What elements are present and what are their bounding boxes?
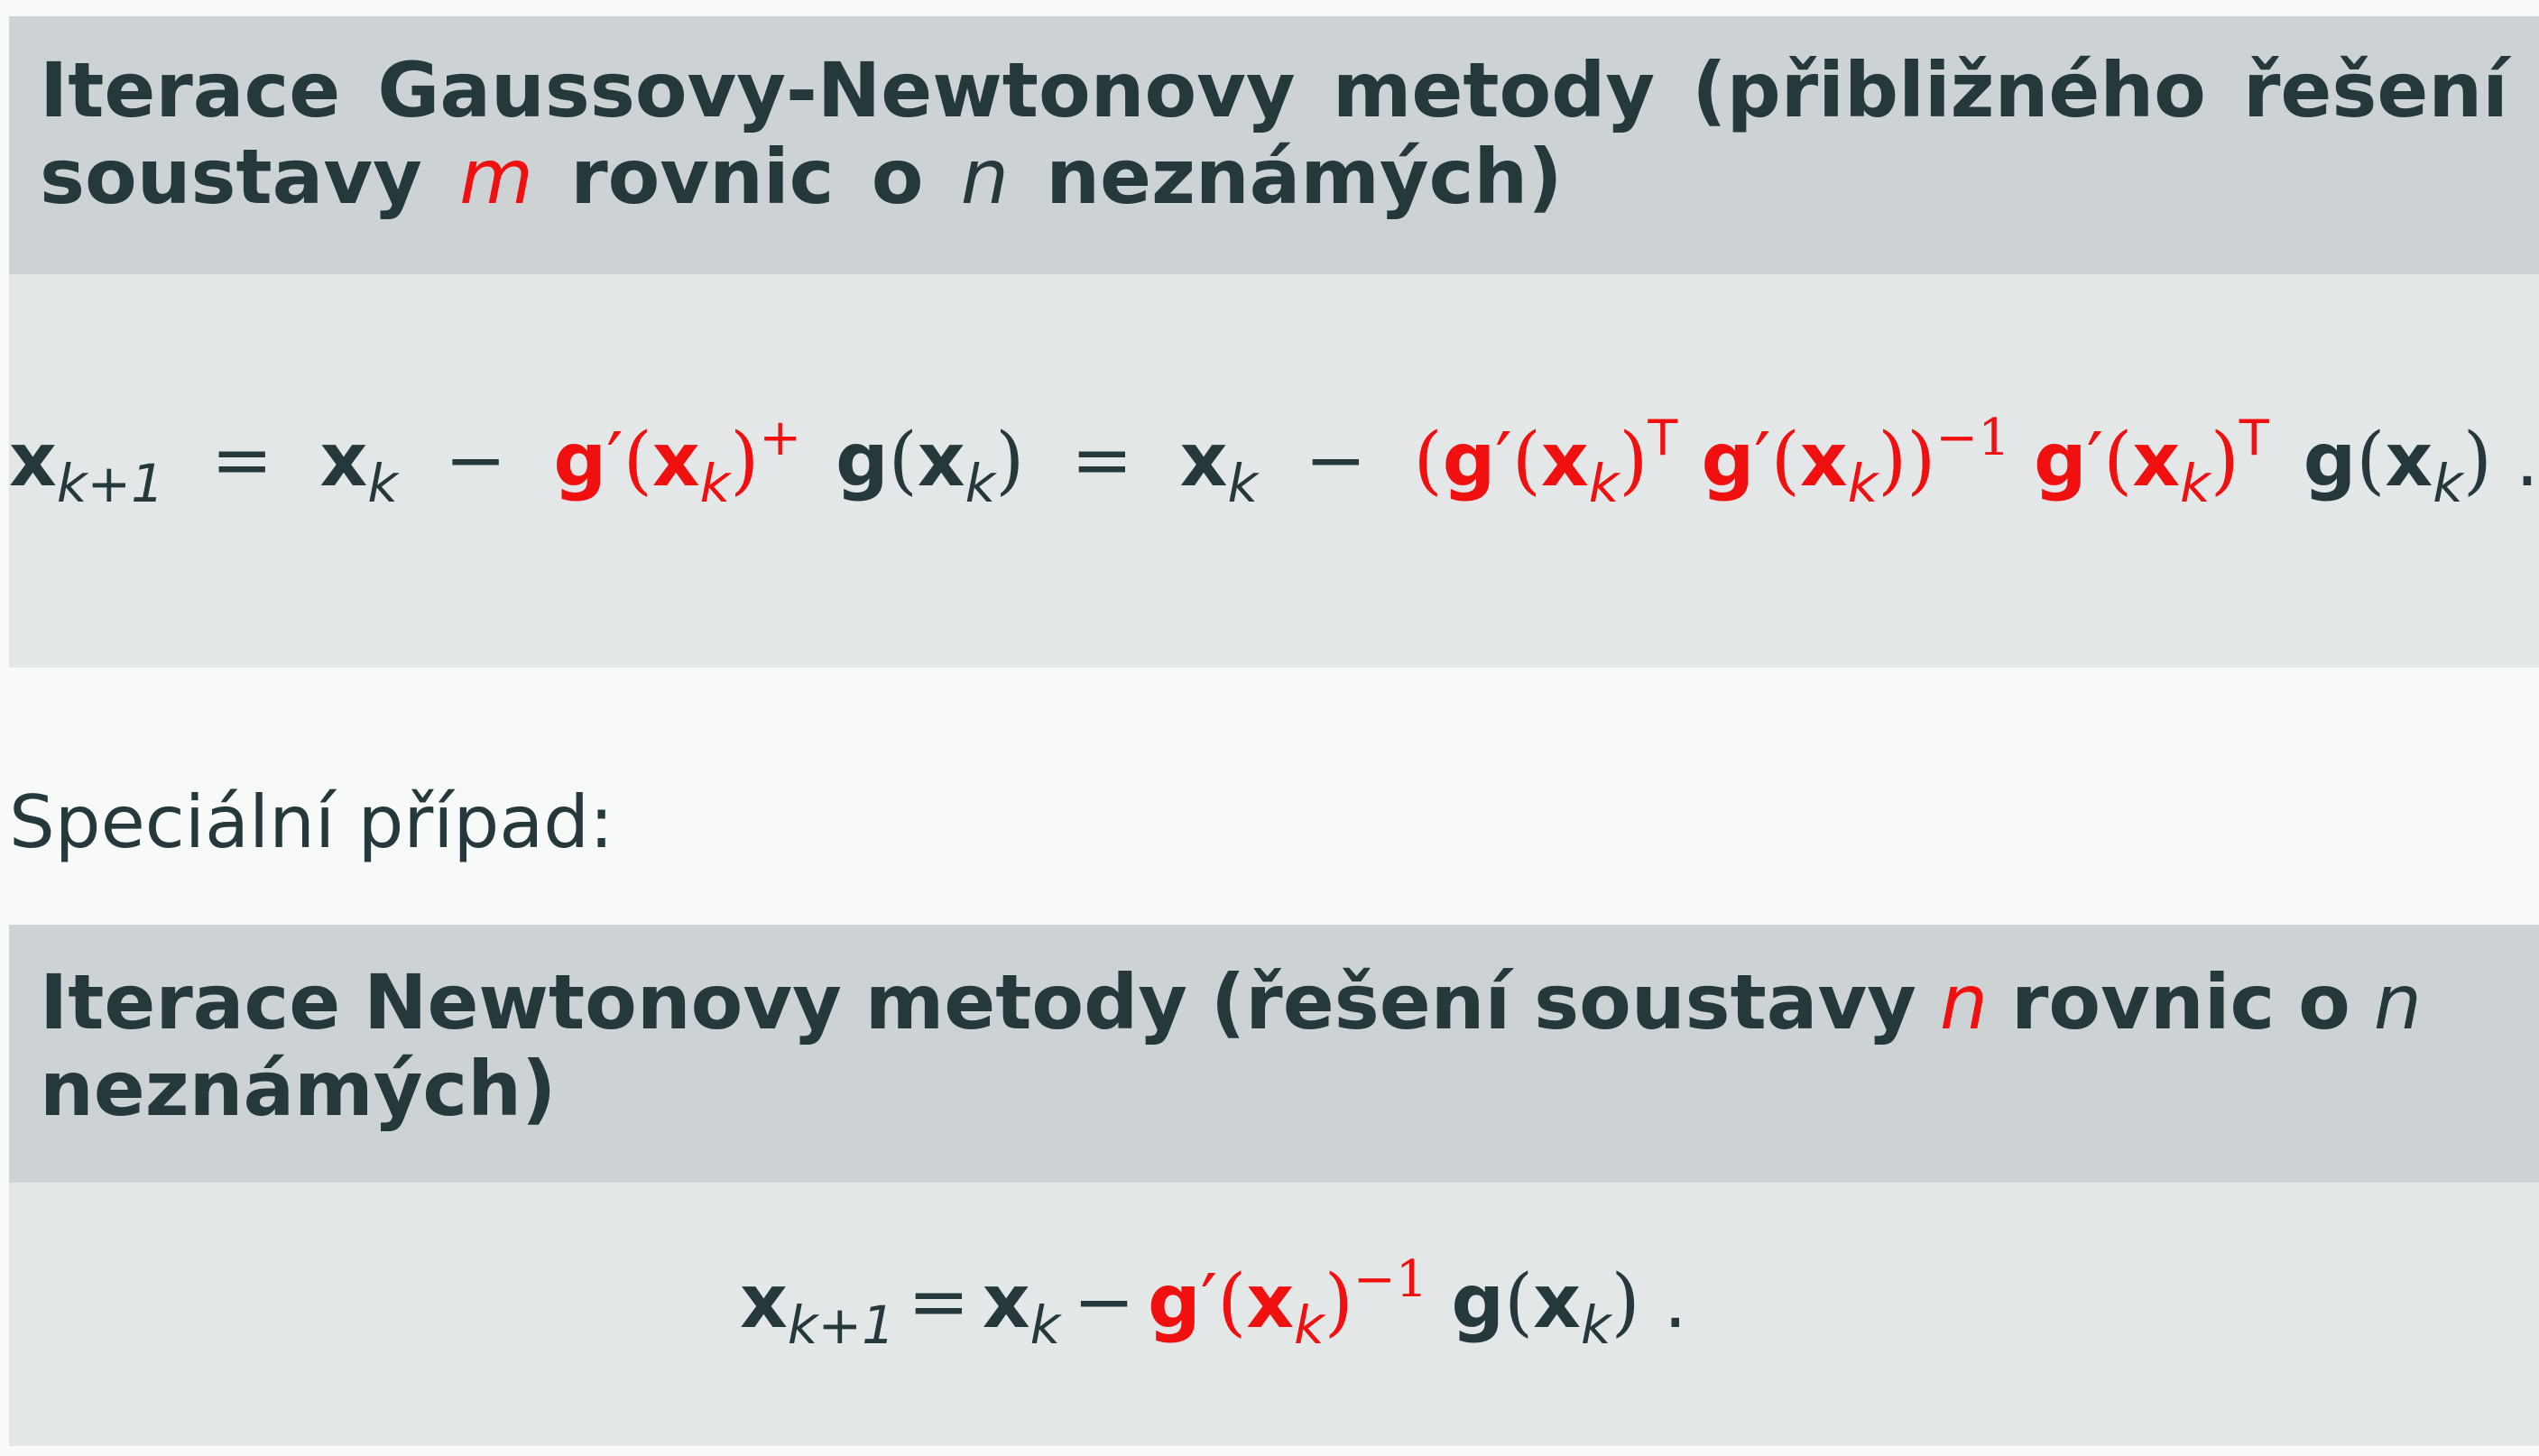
title-word: (přibližného bbox=[1692, 46, 2206, 134]
formula-xk: xk bbox=[982, 1259, 1061, 1356]
pseudo-inverse-term: g′(xk)+ bbox=[553, 409, 802, 514]
minus-sign: − bbox=[444, 418, 507, 503]
title-word: Newtonovy bbox=[364, 958, 842, 1046]
newton-title-line-2: neznámých) bbox=[40, 1046, 2508, 1132]
title-word: neznámých) bbox=[40, 1045, 557, 1133]
gauss-newton-body: xk+1 = xk − g′(xk)+ g(xk) = xk − (g′(xk)… bbox=[9, 274, 2539, 668]
jacobian-inverse-term: g′(xk)−1 bbox=[1147, 1250, 1428, 1356]
newton-block: Iterace Newtonovy metody (řešení soustav… bbox=[9, 925, 2539, 1446]
newton-body: xk+1 = xk − g′(xk)−1 g(xk) . bbox=[9, 1183, 2539, 1446]
newton-formula: xk+1 = xk − g′(xk)−1 g(xk) . bbox=[740, 1250, 1687, 1356]
title-var-n: n bbox=[1939, 958, 1989, 1046]
title-word: metody bbox=[864, 958, 1188, 1046]
minus-sign: − bbox=[1304, 418, 1367, 503]
formula-xk: xk bbox=[1179, 418, 1259, 514]
gauss-newton-formula: xk+1 = xk − g′(xk)+ g(xk) = xk − (g′(xk)… bbox=[9, 409, 2539, 514]
gauss-newton-title-line-2: soustavy m rovnic o n neznámých) bbox=[40, 134, 2508, 220]
gauss-newton-title: Iterace Gaussovy-Newtonovy metody (přibl… bbox=[9, 16, 2539, 274]
g-of-xk: g(xk) . bbox=[2303, 418, 2539, 514]
title-word: o bbox=[2298, 958, 2350, 1046]
title-word: Iterace bbox=[40, 46, 341, 134]
special-case-label: Speciální případ: bbox=[9, 780, 614, 864]
title-word: rovnic bbox=[570, 133, 835, 221]
formula-lhs: xk+1 bbox=[9, 418, 164, 514]
equals-sign: = bbox=[210, 418, 273, 503]
title-word: rovnic bbox=[2011, 958, 2276, 1046]
title-word: soustavy bbox=[40, 133, 422, 221]
equals-sign: = bbox=[1071, 418, 1133, 503]
g-of-xk: g(xk) . bbox=[1451, 1259, 1687, 1356]
title-word: o bbox=[871, 133, 924, 221]
title-word: Gaussovy-Newtonovy bbox=[377, 46, 1296, 134]
g-of-xk: g(xk) bbox=[835, 418, 1025, 514]
newton-title: Iterace Newtonovy metody (řešení soustav… bbox=[9, 925, 2539, 1183]
title-word: (řešení bbox=[1210, 958, 1511, 1046]
title-var-n: n bbox=[960, 133, 1009, 221]
title-var-n: n bbox=[2373, 958, 2422, 1046]
formula-lhs: xk+1 bbox=[740, 1259, 895, 1356]
normal-equation-inverse-term: (g′(xk)T g′(xk))−1 g′(xk)T bbox=[1413, 409, 2269, 514]
title-word: neznámých) bbox=[1046, 133, 1563, 221]
title-word: metody bbox=[1332, 46, 1656, 134]
title-word: Iterace bbox=[40, 958, 341, 1046]
gauss-newton-title-line-1: Iterace Gaussovy-Newtonovy metody (přibl… bbox=[40, 47, 2508, 134]
title-word: soustavy bbox=[1534, 958, 1916, 1046]
title-var-m: m bbox=[459, 133, 533, 221]
gauss-newton-block: Iterace Gaussovy-Newtonovy metody (přibl… bbox=[9, 16, 2539, 668]
title-word: řešení bbox=[2242, 46, 2508, 134]
formula-xk: xk bbox=[319, 418, 398, 514]
minus-sign: − bbox=[1073, 1259, 1135, 1345]
equals-sign: = bbox=[908, 1259, 970, 1345]
newton-title-line-1: Iterace Newtonovy metody (řešení soustav… bbox=[40, 959, 2422, 1046]
